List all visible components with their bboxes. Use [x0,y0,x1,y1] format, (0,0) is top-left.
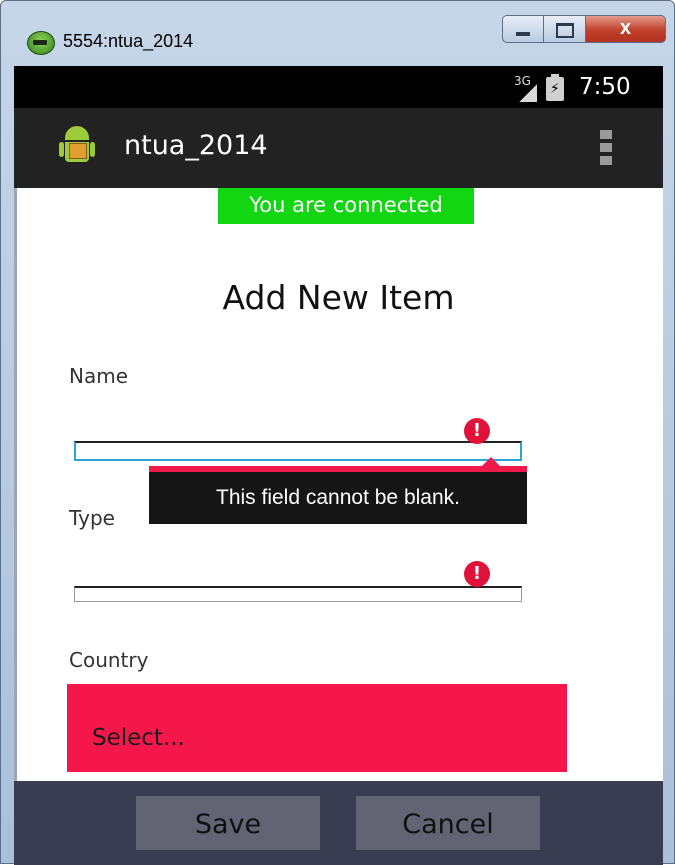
overflow-menu-icon[interactable] [600,130,612,166]
name-input[interactable] [74,441,522,461]
emulator-icon [27,31,55,55]
error-tooltip: This field cannot be blank. [149,472,527,524]
form-title: Add New Item [222,278,455,317]
charging-icon: ⚡ [550,81,560,97]
action-bar: ntua_2014 [14,108,663,188]
status-bar: 3G ⚡ 7:50 [14,66,663,108]
window-titlebar: 5554:ntua_2014 x [1,1,674,65]
save-button[interactable]: Save [136,796,320,850]
type-input[interactable] [74,586,522,602]
close-button[interactable]: x [586,15,666,43]
tooltip-caret [482,457,500,466]
connection-banner: You are connected [218,188,474,224]
country-label: Country [69,648,149,672]
name-error-icon[interactable]: ! [464,418,490,444]
maximize-button[interactable] [544,15,586,43]
country-select[interactable]: Select... [67,684,567,772]
name-label: Name [69,364,129,388]
window-title: 5554:ntua_2014 [63,31,194,51]
status-clock: 7:50 [579,74,631,100]
window-controls: x [502,15,666,45]
signal-icon [519,84,537,102]
type-error-icon[interactable]: ! [464,561,490,587]
minimize-button[interactable] [502,15,544,43]
cancel-button[interactable]: Cancel [356,796,540,850]
type-label: Type [69,506,115,530]
app-title: ntua_2014 [124,130,268,161]
emulator-window: 5554:ntua_2014 x 3G ⚡ 7:50 ntua_2014 You… [0,0,675,865]
device-screen: 3G ⚡ 7:50 ntua_2014 You are connected Ad… [14,66,663,865]
button-bar: Save Cancel [14,781,663,865]
app-icon[interactable] [59,126,95,170]
